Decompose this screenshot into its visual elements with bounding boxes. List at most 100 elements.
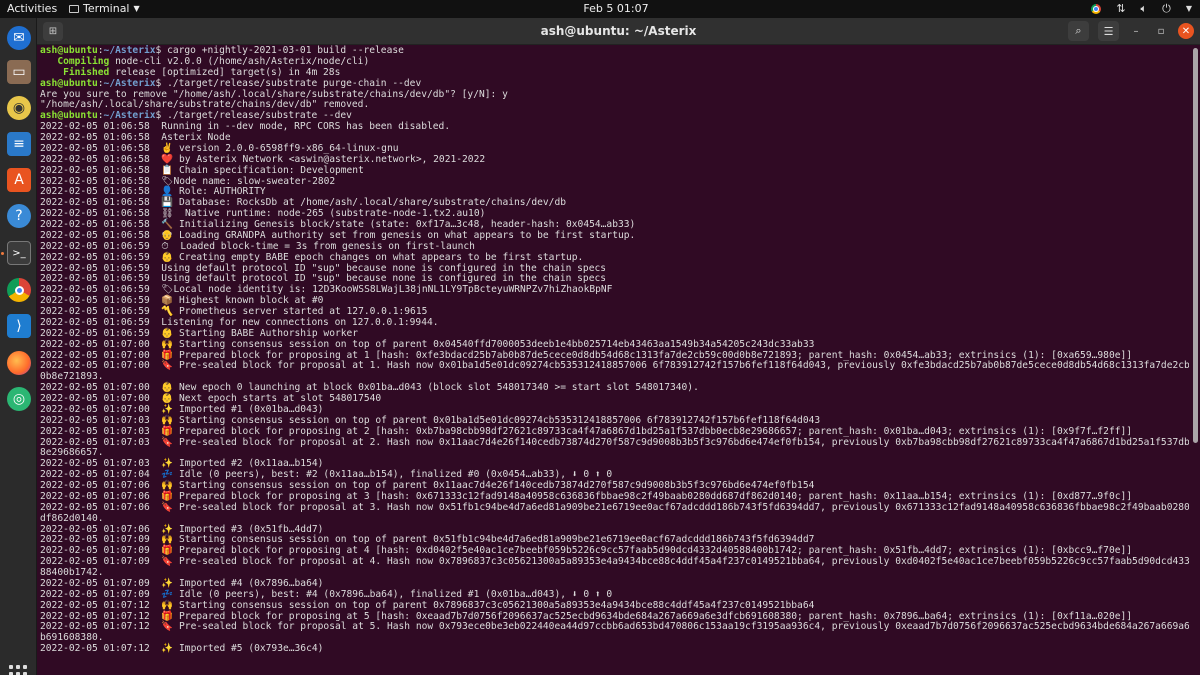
terminal-line: 2022-02-05 01:07:12 ✨ Imported #5 (0x793… (40, 643, 1189, 655)
system-tray[interactable]: ⇅ 🔈︎ ⏻ ▼ (1091, 2, 1192, 16)
header-bar: ⊞ ash@ubuntu: ~/Asterix ⌕ ☰ – ▫ ✕ (37, 18, 1200, 45)
app-menu[interactable]: Terminal ▼ (69, 2, 140, 16)
line-text: 2022-02-05 01:06:59 ⏱ Loaded block-time … (40, 240, 475, 252)
line-text: Are you sure to remove "/home/ash/.local… (40, 88, 508, 100)
line-text: node-cli v2.0.0 (/home/ash/Asterix/node/… (109, 55, 370, 67)
search-icon: ⌕ (1075, 24, 1082, 37)
line-text: 2022-02-05 01:07:06 🙌 Starting consensus… (40, 480, 815, 491)
terminal-window: ⊞ ash@ubuntu: ~/Asterix ⌕ ☰ – ▫ ✕ ash@ub… (37, 18, 1200, 675)
terminal-line: 2022-02-05 01:07:00 🔖 Pre-sealed block f… (40, 360, 1189, 372)
line-text: df862d0140. (40, 512, 104, 524)
line-text: 8e29686657. (40, 447, 104, 459)
prompt-path: ~/Asterix (103, 77, 156, 89)
line-text: 2022-02-05 01:06:58 🔨 Initializing Genes… (40, 219, 636, 230)
line-text: release [optimized] target(s) in 4m 28s (109, 66, 341, 78)
line-text: 2022-02-05 01:07:09 🔖 Pre-sealed block f… (40, 556, 1189, 568)
line-text: 2022-02-05 01:07:00 ✨ Imported #1 (0x01b… (40, 403, 324, 415)
line-text: 2022-02-05 01:06:59 📦 Highest known bloc… (40, 295, 324, 307)
dock: ✉ ▭ ◉ ≡ A ? >_ ⟩ ◎ (0, 18, 37, 675)
terminal-line: 2022-02-05 01:07:12 🔖 Pre-sealed block f… (40, 621, 1189, 633)
rhythmbox-icon[interactable]: ◉ (7, 96, 31, 120)
clock[interactable]: Feb 5 01:07 (566, 2, 666, 16)
line-text: 2022-02-05 01:06:59 Listening for new co… (40, 316, 439, 328)
terminal-icon[interactable]: >_ (7, 241, 31, 265)
close-button[interactable]: ✕ (1178, 23, 1194, 39)
firefox-icon[interactable] (7, 351, 31, 375)
line-text: 2022-02-05 01:07:12 🔖 Pre-sealed block f… (40, 621, 1189, 633)
line-text: 0b8e721893. (40, 371, 104, 383)
line-text: 2022-02-05 01:07:09 🎁 Prepared block for… (40, 545, 1133, 557)
menu-button[interactable]: ☰ (1098, 21, 1119, 41)
power-icon: ⏻ (1162, 2, 1171, 15)
chrome-tray-icon[interactable] (1091, 4, 1102, 14)
line-text: 2022-02-05 01:06:58 Running in --dev mod… (40, 121, 451, 133)
thunderbird-icon[interactable]: ✉ (7, 26, 31, 50)
line-text: 2022-02-05 01:07:12 🎁 Prepared block for… (40, 610, 1133, 622)
chevron-down-icon: ▼ (133, 4, 140, 13)
prompt-path: ~/Asterix (103, 45, 156, 56)
writer-icon[interactable]: ≡ (7, 132, 31, 156)
scrollbar[interactable] (1193, 48, 1198, 443)
terminal-small-icon (69, 5, 79, 13)
search-button[interactable]: ⌕ (1068, 21, 1089, 41)
chevron-down-icon: ▼ (1185, 4, 1192, 13)
line-text: 2022-02-05 01:07:03 🙌 Starting consensus… (40, 414, 821, 426)
line-text: $ ./target/release/substrate purge-chain… (155, 77, 422, 89)
chrome-icon[interactable] (7, 278, 31, 302)
maximize-icon: ▫ (1157, 25, 1165, 37)
line-text: 2022-02-05 01:06:59 Using default protoc… (40, 273, 607, 285)
line-text: 2022-02-05 01:07:09 💤 Idle (0 peers), be… (40, 588, 613, 600)
minimize-button[interactable]: – (1128, 23, 1144, 39)
prompt-user: ash@ubuntu (40, 77, 98, 89)
network-icon: ⇅ (1116, 2, 1126, 15)
maximize-button[interactable]: ▫ (1153, 23, 1169, 39)
line-text: 2022-02-05 01:06:59 🏷Local node identity… (40, 284, 613, 296)
line-text: 2022-02-05 01:06:58 📋 Chain specificatio… (40, 164, 364, 176)
line-text: 2022-02-05 01:06:59 Using default protoc… (40, 262, 607, 274)
prompt-user: ash@ubuntu (40, 45, 98, 56)
line-text: 2022-02-05 01:06:58 ❤️ by Asterix Networ… (40, 153, 486, 165)
line-text: 2022-02-05 01:06:58 🏷Node name: slow-swe… (40, 175, 336, 187)
line-text: 2022-02-05 01:07:09 🙌 Starting consensus… (40, 534, 815, 546)
line-text: 2022-02-05 01:07:03 🎁 Prepared block for… (40, 425, 1133, 437)
volume-icon: 🔈︎ (1140, 2, 1148, 15)
line-text: 2022-02-05 01:07:03 🔖 Pre-sealed block f… (40, 436, 1189, 448)
activities-button[interactable]: Activities (7, 2, 57, 16)
terminal-line: 2022-02-05 01:07:06 🔖 Pre-sealed block f… (40, 502, 1189, 514)
show-applications-icon[interactable] (9, 665, 27, 675)
line-text: 2022-02-05 01:06:58 👤 Role: AUTHORITY (40, 186, 266, 198)
line-text: 2022-02-05 01:06:58 ⛓ Native runtime: no… (40, 208, 486, 220)
line-text: 2022-02-05 01:07:03 ✨ Imported #2 (0x11a… (40, 458, 324, 470)
line-text: "/home/ash/.local/share/substrate/chains… (40, 99, 370, 111)
line-text: 2022-02-05 01:06:59 👶 Creating empty BAB… (40, 251, 584, 263)
line-text: 2022-02-05 01:07:09 ✨ Imported #4 (0x789… (40, 577, 324, 589)
window-title: ash@ubuntu: ~/Asterix (540, 24, 697, 38)
line-text: b691608380. (40, 632, 104, 644)
line-text: 2022-02-05 01:06:58 ✌️ version 2.0.0-659… (40, 142, 399, 154)
line-text: 2022-02-05 01:06:58 Asterix Node (40, 132, 231, 143)
close-icon: ✕ (1181, 25, 1191, 37)
line-text: 2022-02-05 01:07:00 👶 New epoch 0 launch… (40, 382, 699, 394)
line-text: 2022-02-05 01:07:00 🎁 Prepared block for… (40, 349, 1133, 361)
cargo-status: Finished (40, 66, 110, 78)
minimize-icon: – (1133, 25, 1139, 37)
line-text: 2022-02-05 01:07:00 🙌 Starting consensus… (40, 338, 815, 350)
app-menu-label: Terminal (83, 2, 130, 15)
software-icon[interactable]: A (7, 168, 31, 192)
line-text: 2022-02-05 01:06:59 👶 Starting BABE Auth… (40, 327, 359, 339)
files-icon[interactable]: ▭ (7, 60, 31, 84)
prompt-path: ~/Asterix (103, 110, 156, 122)
hamburger-icon: ☰ (1103, 24, 1114, 38)
line-text: 2022-02-05 01:07:00 👶 Next epoch starts … (40, 393, 382, 404)
line-text: 2022-02-05 01:07:00 🔖 Pre-sealed block f… (40, 360, 1189, 372)
help-icon[interactable]: ? (7, 204, 31, 228)
vscode-icon[interactable]: ⟩ (7, 314, 31, 338)
line-text: 2022-02-05 01:06:58 💾 Database: RocksDb … (40, 197, 567, 209)
line-text: 2022-02-05 01:07:04 💤 Idle (0 peers), be… (40, 469, 613, 481)
terminal-line: 2022-02-05 01:07:03 🔖 Pre-sealed block f… (40, 436, 1189, 449)
cargo-status: Compiling (40, 55, 110, 67)
green-app-icon[interactable]: ◎ (7, 387, 31, 411)
terminal-output[interactable]: ash@ubuntu:~/Asterix$ cargo +nightly-202… (40, 45, 1189, 675)
line-text: 2022-02-05 01:07:12 ✨ Imported #5 (0x793… (40, 643, 324, 655)
line-text: 2022-02-05 01:07:06 ✨ Imported #3 (0x51f… (40, 523, 324, 535)
